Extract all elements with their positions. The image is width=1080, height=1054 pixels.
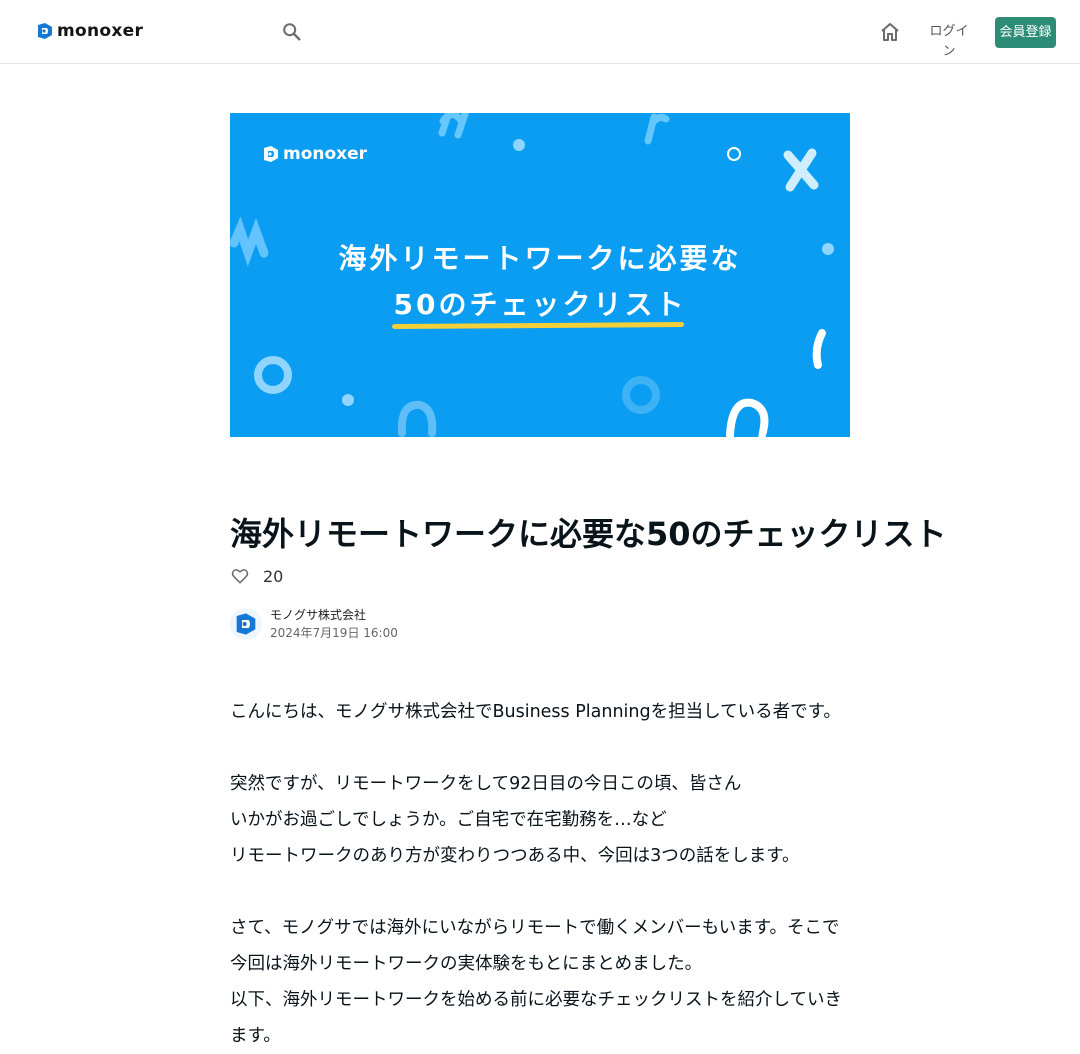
home-icon[interactable] [878, 20, 902, 44]
body-paragraph: 以下、海外リモートワークを始める前に必要なチェックリストを紹介していきます。 [230, 990, 842, 1046]
avatar[interactable] [230, 608, 262, 640]
article-body: こんにちは、モノグサ株式会社でBusiness Planningを担当している者… [230, 694, 850, 1054]
site-logo[interactable]: monoxer [36, 22, 143, 40]
body-paragraph: こんにちは、モノグサ株式会社でBusiness Planningを担当している者… [230, 702, 841, 722]
search-icon[interactable] [281, 21, 303, 43]
banner-headline-line2: 50のチェックリスト [393, 288, 687, 321]
author-name[interactable]: モノグサ株式会社 [270, 606, 398, 624]
banner-logo-text: monoxer [283, 144, 368, 164]
logo-text: monoxer [57, 21, 144, 41]
body-paragraph: さて、モノグサでは海外にいながらリモートで働くメンバーもいます。そこで今回は海外… [230, 918, 840, 974]
author-info: モノグサ株式会社 2024年7月19日 16:00 [230, 606, 398, 642]
post-date: 2024年7月19日 16:00 [270, 626, 398, 640]
banner-headline-line1: 海外リモートワークに必要な [338, 242, 742, 275]
monoxer-logo-icon [38, 23, 52, 39]
heart-icon[interactable] [230, 566, 250, 586]
signup-button[interactable]: 会員登録 [995, 17, 1056, 48]
article-title: 海外リモートワークに必要な50のチェックリスト [230, 515, 947, 553]
article-banner-image: monoxer 海外リモートワークに必要な 50のチェックリスト [230, 113, 850, 437]
body-paragraph: リモートワークのあり方が変わりつつある中、今回は3つの話をします。 [230, 846, 800, 866]
author-avatar-icon [236, 613, 256, 635]
like-count: 20 [263, 566, 284, 586]
banner-logo: monoxer [262, 145, 367, 163]
body-paragraph: いかがお過ごしでしょうか。ご自宅で在宅勤務を…など [230, 810, 667, 830]
login-link[interactable]: ログイン [924, 22, 974, 59]
body-paragraph: 突然ですが、リモートワークをして92日目の今日この頃、皆さん [230, 774, 742, 794]
like-row: 20 [230, 566, 283, 586]
banner-logo-icon [264, 146, 278, 162]
site-header: monoxer ログイン 会員登録 [0, 0, 1080, 64]
